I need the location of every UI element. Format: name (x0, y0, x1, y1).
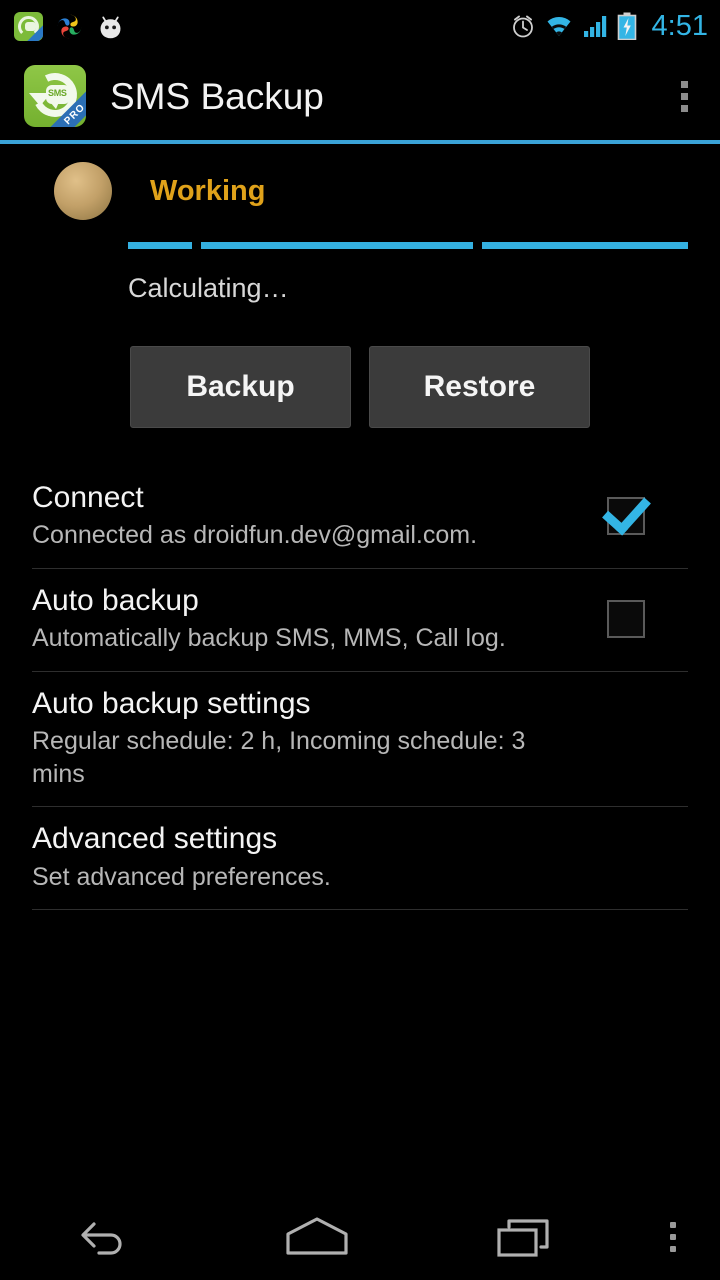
alarm-clock-icon (512, 15, 533, 38)
pref-summary: Connected as droidfun.dev@gmail.com. (32, 521, 478, 550)
backup-button[interactable]: Backup (130, 346, 351, 428)
pref-text-group: Advanced settings Set advanced preference… (32, 821, 598, 893)
overflow-dot (669, 1222, 676, 1228)
pref-widget-slot (598, 829, 654, 885)
overflow-dot (669, 1234, 676, 1240)
main-content: Working Calculating… Backup Restore Conn… (0, 144, 720, 1194)
status-bar-notifications (14, 11, 125, 41)
cell-signal-icon (583, 16, 606, 37)
app-title: SMS Backup (110, 75, 324, 117)
progress-segment (481, 242, 688, 249)
overflow-menu-icon[interactable] (662, 66, 706, 126)
home-button[interactable] (211, 1194, 422, 1280)
status-bar-clock: 4:51 (651, 9, 708, 42)
preferences-list: Connect Connected as droidfun.dev@gmail.c… (0, 472, 720, 911)
pref-widget-slot (598, 710, 654, 766)
wifi-icon (547, 17, 571, 36)
cyanogenmod-android-icon (100, 16, 121, 38)
backup-status-panel: Working Calculating… Backup Restore (0, 144, 720, 428)
progress-gap (472, 242, 482, 249)
pref-title: Auto backup (32, 583, 199, 617)
app-logo-sms-label: SMS (48, 88, 67, 98)
pref-text-group: Auto backup Automatically backup SMS, MMS… (32, 583, 598, 655)
checkbox-auto-backup[interactable] (607, 599, 645, 638)
recent-apps-button[interactable] (423, 1194, 634, 1280)
pref-title: Auto backup settings (32, 686, 311, 720)
restore-button[interactable]: Restore (369, 346, 590, 428)
overflow-dot (680, 104, 688, 112)
status-bar: 4:51 (0, 0, 720, 52)
sms-backup-app-icon (14, 11, 43, 41)
back-button[interactable] (0, 1194, 211, 1280)
primary-action-buttons: Backup Restore (32, 346, 688, 428)
pref-summary: Regular schedule: 2 h, Incoming schedule… (32, 727, 526, 788)
pref-title: Connect (32, 481, 144, 514)
pref-widget-slot (598, 488, 654, 544)
sms-bubble-shape (25, 21, 36, 31)
progress-gap (192, 242, 202, 249)
pinwheel-sync-icon (57, 14, 82, 38)
pref-row-auto-backup-settings[interactable]: Auto backup settings Regular schedule: 2 … (32, 672, 688, 808)
phone-screen: 4:51 SMS PRO SMS Backup Working Calculat… (0, 0, 720, 1280)
pref-row-auto-backup[interactable]: Auto backup Automatically backup SMS, MMS… (32, 569, 688, 672)
app-logo-icon: SMS PRO (24, 65, 86, 127)
status-state-label: Working (150, 174, 266, 207)
status-header-row: Working (32, 162, 688, 220)
progress-segment (128, 242, 193, 249)
status-avatar (54, 162, 112, 220)
pref-text-group: Connect Connected as droidfun.dev@gmail.c… (32, 480, 598, 552)
overflow-dot (680, 92, 688, 100)
overflow-dot (680, 80, 688, 88)
pref-text-group: Auto backup settings Regular schedule: 2 … (32, 686, 598, 790)
battery-charging-icon (617, 12, 636, 40)
pref-title: Advanced settings (32, 822, 278, 856)
home-icon (286, 1217, 348, 1255)
status-bar-system-icons: 4:51 (510, 9, 708, 42)
indeterminate-progress-bar (128, 242, 688, 249)
pref-row-advanced-settings[interactable]: Advanced settings Set advanced preference… (32, 807, 688, 911)
pref-summary: Set advanced preferences. (32, 862, 331, 891)
pref-widget-slot (598, 591, 654, 647)
pref-summary: Automatically backup SMS, MMS, Call log. (32, 624, 506, 653)
back-arrow-icon (81, 1222, 122, 1255)
pref-row-connect[interactable]: Connect Connected as droidfun.dev@gmail.c… (32, 472, 688, 569)
action-bar: SMS PRO SMS Backup (0, 52, 720, 140)
system-navigation-bar (0, 1194, 720, 1280)
recent-apps-icon (497, 1219, 549, 1257)
nav-overflow-menu-icon[interactable] (634, 1194, 712, 1280)
checkbox-connect[interactable] (607, 496, 645, 535)
progress-segment (201, 242, 473, 249)
overflow-dot (669, 1246, 676, 1252)
progress-status-label: Calculating… (128, 273, 289, 303)
